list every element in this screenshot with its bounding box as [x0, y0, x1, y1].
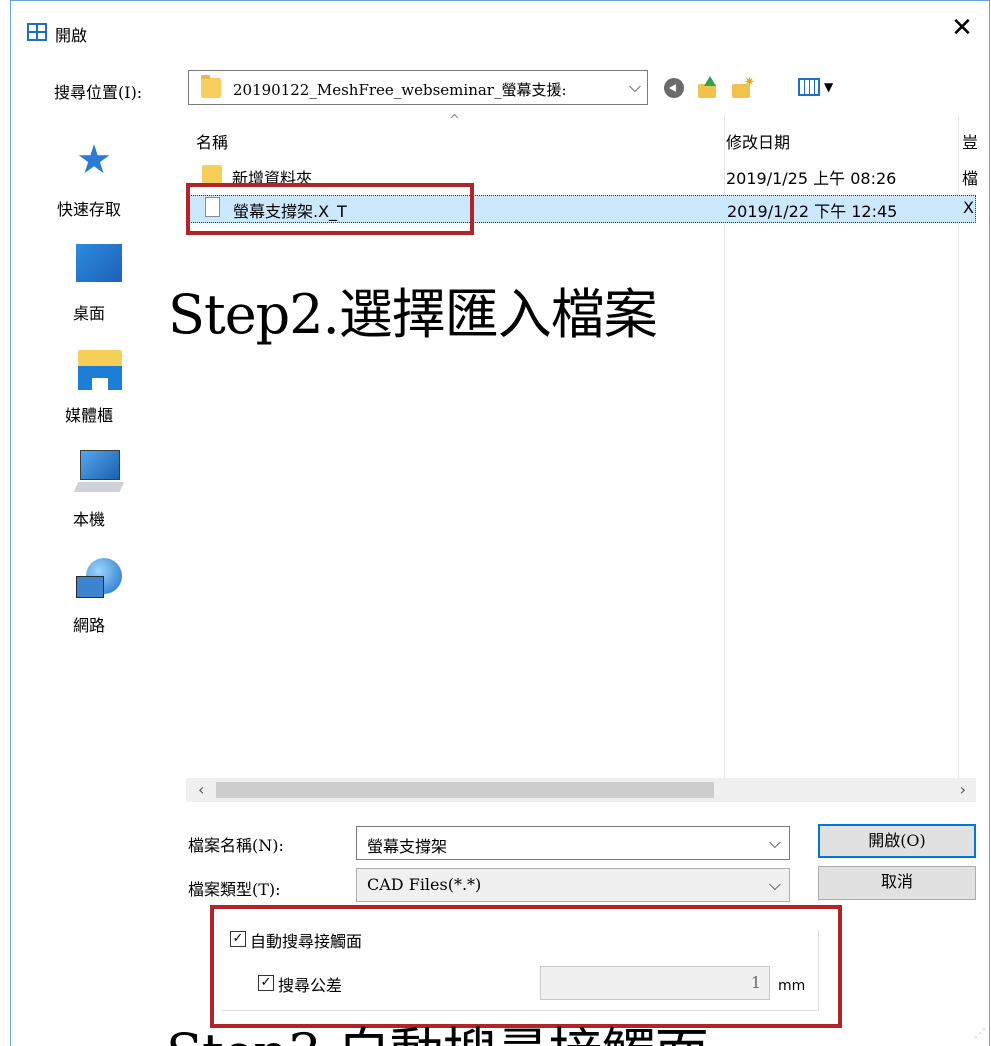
file-date: 2019/1/25 上午 08:26: [726, 169, 897, 188]
chevron-down-icon[interactable]: ⌵: [629, 77, 641, 97]
horizontal-scrollbar[interactable]: ‹ ›: [186, 778, 976, 802]
title-bar: 開啟 ✕: [11, 1, 989, 61]
app-window-icon: [27, 23, 47, 41]
step3-annotation: Step3.自動搜尋接觸面: [166, 1024, 708, 1046]
look-in-value: 20190122_MeshFree_webseminar_螢幕支援:: [233, 81, 567, 99]
place-label: 媒體櫃: [64, 406, 113, 425]
view-menu-arrow-icon[interactable]: ▼: [824, 80, 833, 94]
desktop-icon: [76, 244, 122, 282]
place-label: 網路: [72, 616, 105, 635]
place-libraries[interactable]: 媒體櫃: [14, 350, 184, 450]
file-date: 2019/1/22 下午 12:45: [727, 202, 898, 221]
look-in-label: 搜尋位置(I):: [54, 83, 143, 102]
dialog-title: 開啟: [55, 26, 88, 45]
filename-value: 螢幕支撐架: [367, 837, 448, 856]
place-label: 桌面: [72, 304, 105, 323]
place-desktop[interactable]: 桌面: [14, 244, 184, 344]
look-in-dropdown[interactable]: 20190122_MeshFree_webseminar_螢幕支援: ⌵: [188, 70, 648, 105]
sort-ascending-icon: ^: [449, 113, 460, 128]
close-icon[interactable]: ✕: [949, 15, 975, 41]
resize-grip-icon[interactable]: ⋰: [974, 1026, 987, 1042]
file-type: X: [963, 198, 974, 217]
place-network[interactable]: 網路: [14, 558, 184, 658]
chevron-down-icon[interactable]: ⌵: [769, 833, 781, 853]
place-quick-access[interactable]: ★ 快速存取: [14, 128, 184, 228]
folder-icon: [201, 75, 221, 98]
up-folder-icon[interactable]: [698, 76, 718, 98]
filename-combobox[interactable]: 螢幕支撐架 ⌵: [356, 826, 790, 860]
place-label: 本機: [72, 510, 105, 529]
scroll-left-icon[interactable]: ‹: [198, 780, 204, 799]
network-icon: [76, 558, 124, 606]
view-menu-icon[interactable]: [798, 78, 820, 96]
computer-icon: [73, 450, 125, 496]
filetype-label: 檔案類型(T):: [188, 880, 281, 899]
step2-annotation: Step2.選擇匯入檔案: [168, 283, 658, 346]
new-folder-icon[interactable]: ✷: [732, 75, 755, 98]
filetype-dropdown[interactable]: CAD Files(*.*) ⌵: [356, 868, 790, 902]
open-button[interactable]: 開啟(O): [818, 824, 976, 858]
highlight-box-options: [210, 905, 842, 1028]
place-this-pc[interactable]: 本機: [14, 450, 184, 550]
filetype-value: CAD Files(*.*): [367, 875, 482, 894]
chevron-down-icon[interactable]: ⌵: [769, 875, 781, 895]
filename-label: 檔案名稱(N):: [188, 836, 284, 855]
star-icon: ★: [76, 137, 112, 183]
cancel-button[interactable]: 取消: [818, 866, 976, 900]
highlight-box-file: [186, 183, 474, 235]
folder-icon: [202, 165, 222, 183]
scroll-right-icon[interactable]: ›: [960, 780, 966, 799]
file-type: 檔: [962, 169, 979, 188]
place-label: 快速存取: [56, 200, 121, 219]
back-icon[interactable]: [664, 78, 684, 98]
scroll-thumb[interactable]: [216, 782, 714, 798]
library-icon: [78, 350, 122, 390]
